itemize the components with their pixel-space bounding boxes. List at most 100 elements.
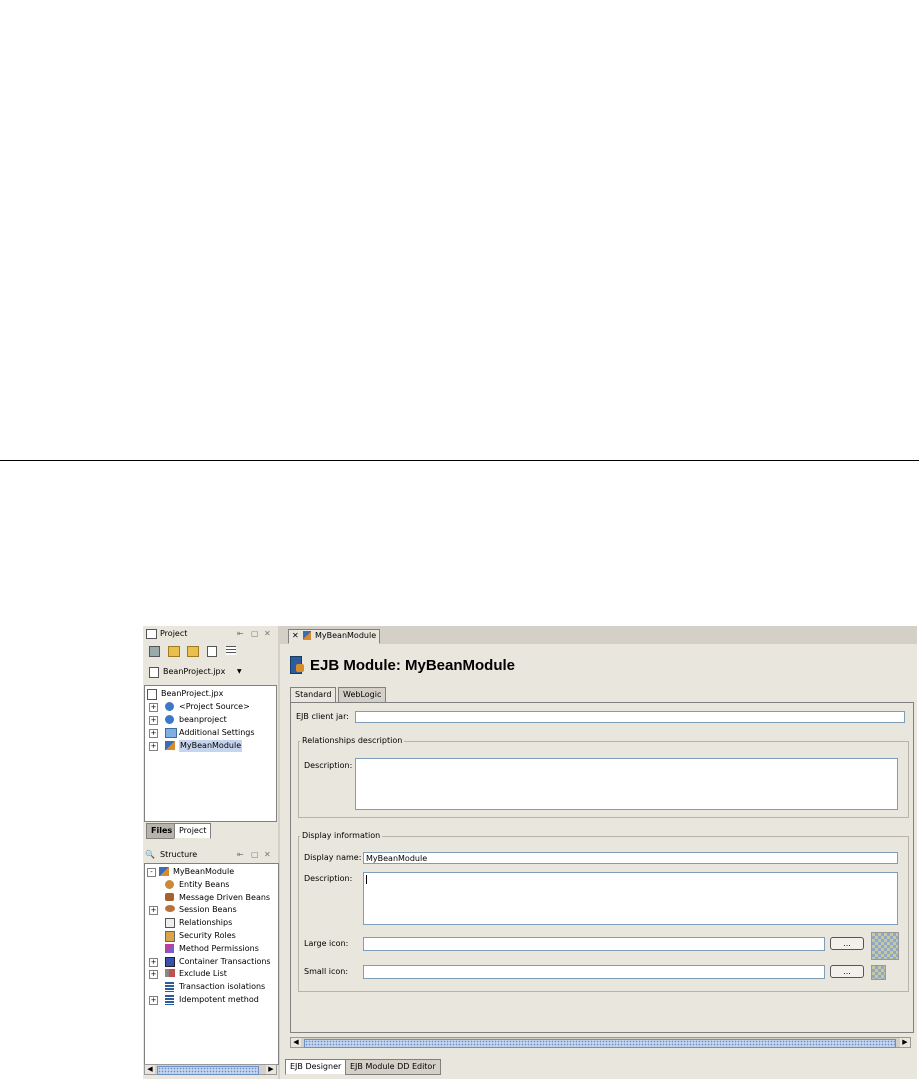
rel-description-textarea[interactable] [355,758,898,810]
project-selector[interactable]: BeanProject.jpx ▼ [149,666,259,679]
expand-icon[interactable]: + [149,729,158,738]
expand-icon[interactable]: + [149,996,158,1005]
project-selector-value: BeanProject.jpx [163,667,226,676]
project-tree-item[interactable]: + Additional Settings [145,727,276,739]
chevron-down-icon[interactable]: ▼ [237,666,242,678]
structure-tree-item[interactable]: Entity Beans [145,879,278,891]
open-project-icon[interactable] [168,646,180,657]
new-project-icon[interactable] [149,646,160,657]
refresh-icon[interactable] [207,646,217,657]
tab-project[interactable]: Project [174,823,212,839]
expand-icon[interactable]: + [149,970,158,980]
large-icon-browse-button[interactable]: ... [830,937,864,950]
large-icon-label: Large icon: [304,939,349,948]
editor-heading: EJB Module: MyBeanModule [310,657,516,674]
tab-files[interactable]: Files [146,823,178,839]
editor-horizontal-scrollbar[interactable]: ◀ ▶ [290,1037,911,1048]
scrollbar-thumb[interactable] [304,1039,896,1048]
close-tab-icon[interactable]: ✕ [292,630,299,642]
tree-item-label: Security Roles [179,931,236,940]
scroll-left-icon[interactable]: ◀ [291,1038,301,1047]
expand-icon[interactable]: + [149,906,158,916]
tree-item-label: beanproject [179,715,227,724]
structure-tree-item[interactable]: Method Permissions [145,943,278,955]
structure-tree-item[interactable]: - MyBeanModule [145,866,278,878]
properties-icon[interactable] [226,646,236,655]
structure-tree-item[interactable]: Security Roles [145,930,278,942]
structure-panel-header: 🔍 Structure ⇤ ▢ ✕ [143,849,278,862]
small-icon-browse-button[interactable]: ... [830,965,864,978]
ejb-client-jar-field[interactable] [355,711,905,723]
project-tree-item[interactable]: + beanproject [145,714,276,726]
transaction-isolations-icon [165,982,174,993]
message-beans-icon [165,892,174,901]
structure-tree-item[interactable]: + Container Transactions [145,956,278,968]
ejb-client-jar-label: EJB client jar: [296,712,349,721]
ejb-module-heading-badge-icon [296,664,304,672]
document-tab[interactable]: ✕ MyBeanModule [288,629,380,644]
structure-tree-item[interactable]: Relationships [145,917,278,929]
minimize-icon[interactable]: ⇤ [237,628,244,640]
close-icon[interactable]: ✕ [264,849,271,861]
expand-icon[interactable]: + [149,957,158,967]
display-description-textarea[interactable] [363,872,898,925]
scrollbar-thumb[interactable] [157,1066,259,1075]
relationships-group-title: Relationships description [300,736,405,746]
project-tree-item[interactable]: + MyBeanModule [145,740,276,752]
project-toolbar [149,644,259,658]
tree-item-label: Transaction isolations [179,982,266,992]
collapse-icon[interactable]: - [147,868,156,877]
scroll-right-icon[interactable]: ▶ [266,1065,276,1074]
scroll-left-icon[interactable]: ◀ [145,1065,155,1074]
maximize-icon[interactable]: ▢ [251,628,259,640]
security-roles-icon [165,931,175,942]
tab-ejb-designer[interactable]: EJB Designer [285,1059,347,1075]
tree-item-label: MyBeanModule [173,867,235,876]
small-icon-label: Small icon: [304,967,349,976]
expand-icon[interactable]: + [149,703,158,712]
tree-item-label: MyBeanModule [179,740,243,752]
structure-horizontal-scrollbar[interactable]: ◀ ▶ [144,1064,277,1075]
expand-icon[interactable]: + [149,742,158,751]
tree-item-label: Relationships [179,918,233,928]
entity-beans-icon [165,879,174,889]
exclude-list-icon [165,969,175,978]
structure-tree-item[interactable]: Transaction isolations [145,981,278,993]
project-panel-title: Project [160,629,188,638]
scroll-right-icon[interactable]: ▶ [900,1038,910,1047]
structure-tree-item[interactable]: + Session Beans [145,904,278,916]
container-transactions-icon [165,956,175,967]
tab-weblogic[interactable]: WebLogic [338,687,387,703]
small-icon-preview [871,965,886,980]
large-icon-field[interactable] [363,937,825,951]
tab-standard[interactable]: Standard [290,687,337,703]
session-beans-icon [165,905,175,913]
tree-item-label: Method Permissions [179,943,259,953]
project-panel-icon [146,629,157,639]
structure-tree-item[interactable]: + Exclude List [145,968,278,980]
document-tab-label: MyBeanModule [315,631,377,640]
maximize-icon[interactable]: ▢ [251,849,259,861]
structure-tree-item[interactable]: Message Driven Beans [145,892,278,904]
display-name-label: Display name: [304,853,362,862]
tree-item-label: BeanProject.jpx [161,689,224,698]
editor-pane: ✕ MyBeanModule EJB Module: MyBeanModule … [280,626,917,1079]
minimize-icon[interactable]: ⇤ [237,849,244,861]
structure-tree-item[interactable]: + Idempotent method [145,994,278,1006]
project-tree-item[interactable]: + <Project Source> [145,701,276,713]
source-package-icon [165,702,174,711]
tab-ejb-module-dd-editor[interactable]: EJB Module DD Editor [345,1059,441,1075]
tree-item-label: Idempotent method [179,995,259,1004]
reopen-project-icon[interactable] [187,646,199,657]
tree-item-label: Message Driven Beans [179,892,271,902]
relationships-icon [165,918,175,929]
project-tree-item[interactable]: BeanProject.jpx [145,688,276,700]
small-icon-field[interactable] [363,965,825,979]
tree-item-label: Session Beans [179,905,237,915]
tree-item-label: Exclude List [179,969,227,979]
expand-icon[interactable]: + [149,716,158,725]
display-name-field[interactable]: MyBeanModule [363,852,898,864]
text-cursor [366,875,367,884]
package-icon [165,715,174,724]
close-icon[interactable]: ✕ [264,628,271,640]
